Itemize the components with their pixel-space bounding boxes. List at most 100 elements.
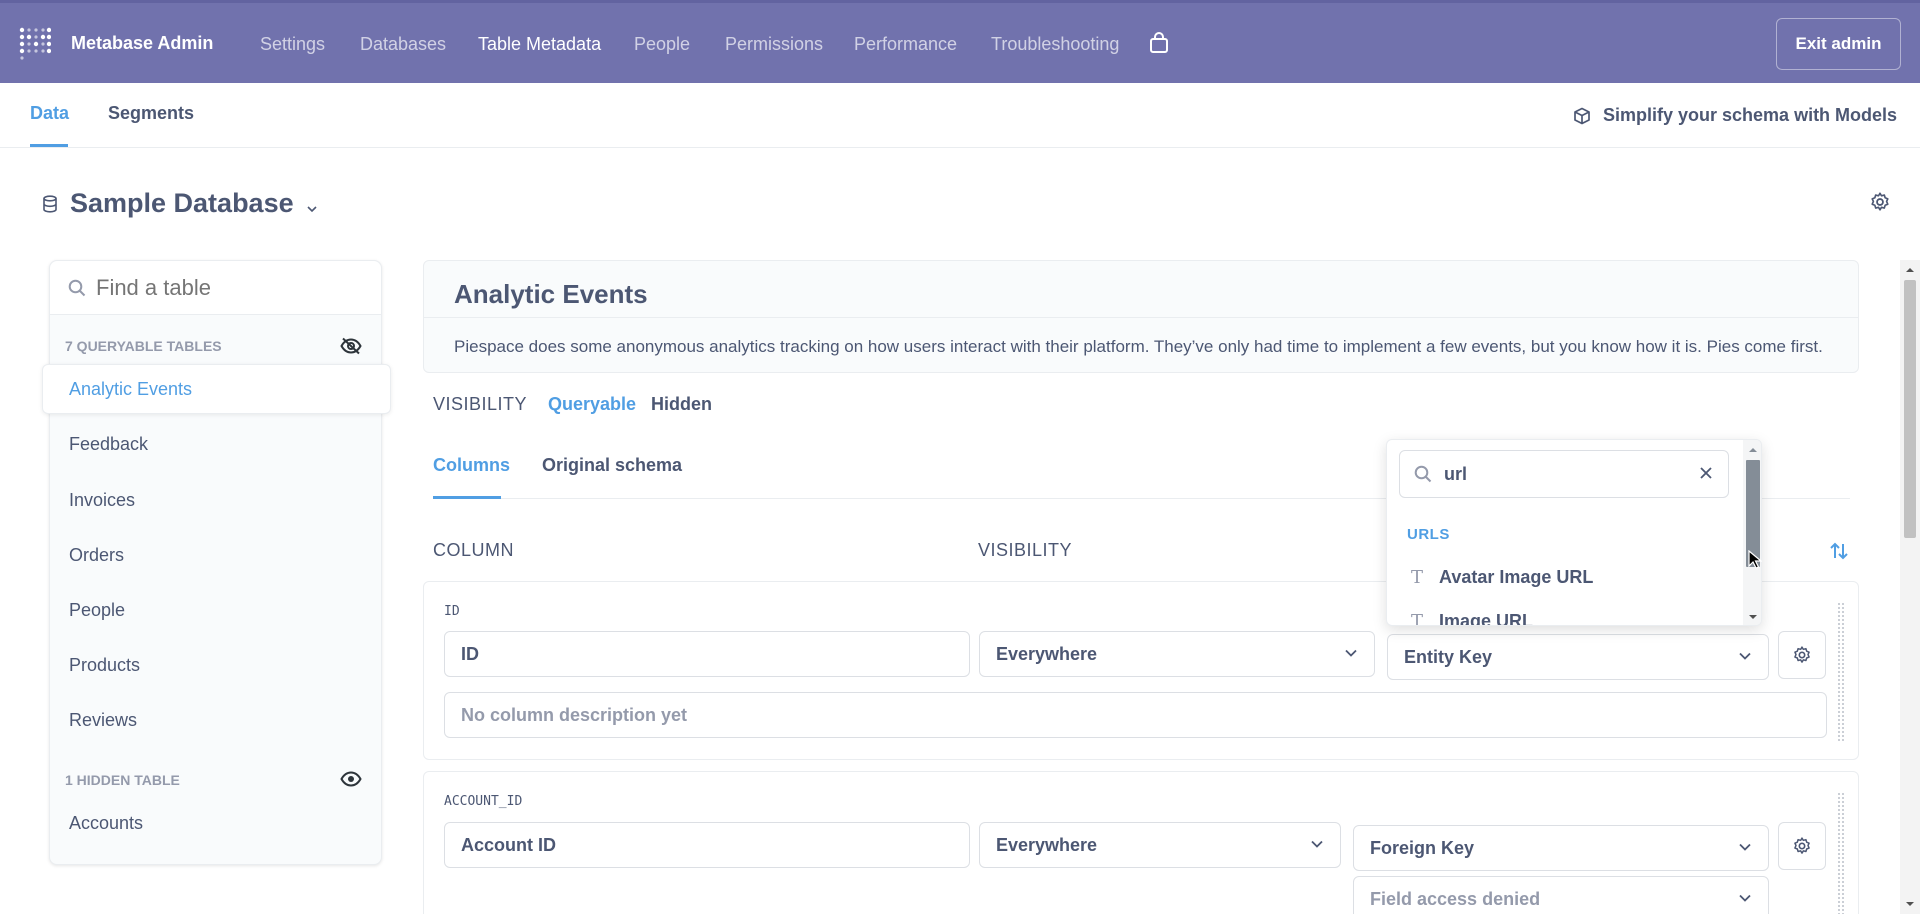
sidebar-item-label: Analytic Events xyxy=(69,379,193,399)
field-settings-button[interactable] xyxy=(1778,631,1826,679)
search-icon xyxy=(68,279,86,297)
field-settings-button[interactable] xyxy=(1778,822,1826,870)
close-icon[interactable] xyxy=(1698,465,1714,481)
field-visibility-value: Everywhere xyxy=(996,643,1098,664)
database-selector[interactable]: Sample Database xyxy=(42,188,318,219)
database-settings-gear-icon[interactable] xyxy=(1869,191,1891,213)
visibility-hidden-option[interactable]: Hidden xyxy=(651,394,712,415)
search-icon xyxy=(1414,465,1432,483)
sidebar-item-analytic-events[interactable]: Analytic Events xyxy=(42,364,391,414)
field-database-name: ID xyxy=(444,604,460,619)
table-search-input[interactable] xyxy=(96,275,366,301)
sidebar-item-feedback[interactable]: Feedback xyxy=(69,434,148,455)
field-visibility-select[interactable]: Everywhere xyxy=(979,631,1375,677)
field-drag-handle[interactable] xyxy=(1837,792,1845,914)
field-database-name: ACCOUNT_ID xyxy=(444,794,523,809)
sidebar-item-invoices[interactable]: Invoices xyxy=(69,490,135,511)
active-tab-underline xyxy=(30,144,68,147)
sidebar-item-accounts[interactable]: Accounts xyxy=(69,813,143,834)
popover-search-box[interactable]: url xyxy=(1399,450,1729,498)
popover-option-label: Avatar Image URL xyxy=(1439,567,1594,587)
chevron-down-icon xyxy=(1311,840,1323,848)
nav-performance[interactable]: Performance xyxy=(854,34,957,55)
popover-group-heading: URLS xyxy=(1407,526,1450,543)
field-semantic-type-value: Foreign Key xyxy=(1370,837,1475,858)
field-drag-handle[interactable] xyxy=(1837,602,1845,742)
nav-troubleshooting[interactable]: Troubleshooting xyxy=(991,34,1119,55)
hide-all-eye-off-icon[interactable] xyxy=(340,337,362,355)
field-description-input[interactable]: No column description yet xyxy=(444,692,1827,738)
popover-option-avatar-image-url[interactable]: T Avatar Image URL xyxy=(1411,567,1593,588)
sidebar-item-orders[interactable]: Orders xyxy=(69,545,124,566)
table-sidebar: 7 QUERYABLE TABLES Analytic Events Feedb… xyxy=(42,260,391,865)
semantic-type-popover: url URLS T Avatar Image URL T Image URL xyxy=(1386,439,1762,626)
popover-scrollbar[interactable] xyxy=(1743,440,1762,625)
exit-admin-button[interactable]: Exit admin xyxy=(1776,18,1901,70)
field-target-select[interactable]: Field access denied xyxy=(1353,876,1769,914)
table-search-box[interactable] xyxy=(50,261,381,315)
sort-order-icon[interactable] xyxy=(1829,541,1849,561)
database-name: Sample Database xyxy=(70,188,294,218)
unhide-all-eye-icon[interactable] xyxy=(340,771,362,787)
nav-people[interactable]: People xyxy=(634,34,690,55)
text-type-icon: T xyxy=(1411,611,1424,626)
scroll-up-arrow-icon[interactable] xyxy=(1900,263,1920,277)
chevron-down-icon xyxy=(307,205,317,212)
tab-data[interactable]: Data xyxy=(30,103,69,124)
hidden-tables-heading: 1 HIDDEN TABLE xyxy=(65,772,180,788)
scroll-down-arrow-icon[interactable] xyxy=(1743,610,1762,624)
scroll-down-arrow-icon[interactable] xyxy=(1900,897,1920,911)
column-header-visibility: VISIBILITY xyxy=(978,540,1073,560)
admin-topbar: Metabase Admin Settings Databases Table … xyxy=(0,0,1920,83)
nav-permissions[interactable]: Permissions xyxy=(725,34,823,55)
queryable-tables-heading: 7 QUERYABLE TABLES xyxy=(65,338,222,354)
text-type-icon: T xyxy=(1411,567,1424,588)
nav-settings[interactable]: Settings xyxy=(260,34,325,55)
tab-original-schema[interactable]: Original schema xyxy=(542,455,682,476)
simplify-schema-label: Simplify your schema with Models xyxy=(1603,105,1898,125)
metadata-subtabs: Data Segments Simplify your schema with … xyxy=(0,83,1920,148)
popover-option-label: Image URL xyxy=(1439,611,1534,626)
popover-option-image-url[interactable]: T Image URL xyxy=(1411,611,1534,626)
page-scrollbar-thumb[interactable] xyxy=(1904,280,1916,538)
field-semantic-type-select[interactable]: Foreign Key xyxy=(1353,825,1769,871)
simplify-schema-link[interactable]: Simplify your schema with Models xyxy=(1573,105,1897,126)
store-bag-icon[interactable] xyxy=(1149,32,1169,54)
metabase-logo-icon[interactable] xyxy=(19,26,51,60)
divider xyxy=(424,317,1858,318)
table-display-name[interactable]: Analytic Events xyxy=(454,279,648,310)
visibility-label: VISIBILITY xyxy=(433,394,528,414)
table-description[interactable]: Piespace does some anonymous analytics t… xyxy=(454,337,1823,357)
field-display-name-input[interactable]: ID xyxy=(444,631,970,677)
field-semantic-type-select[interactable]: Entity Key xyxy=(1387,634,1769,680)
database-icon xyxy=(43,194,57,213)
chevron-down-icon xyxy=(1739,894,1751,902)
field-display-name-input[interactable]: Account ID xyxy=(444,822,970,868)
gear-icon xyxy=(1794,837,1810,854)
field-target-value: Field access denied xyxy=(1370,888,1541,909)
chevron-down-icon xyxy=(1345,649,1357,657)
sidebar-item-products[interactable]: Products xyxy=(69,655,140,676)
scroll-up-arrow-icon[interactable] xyxy=(1743,443,1762,457)
chevron-down-icon xyxy=(1739,843,1751,851)
sidebar-item-reviews[interactable]: Reviews xyxy=(69,710,137,731)
gear-icon xyxy=(1794,646,1810,663)
table-info-card: Analytic Events Piespace does some anony… xyxy=(423,260,1859,373)
brand-title: Metabase Admin xyxy=(71,33,214,53)
popover-search-input[interactable]: url xyxy=(1444,464,1467,485)
sidebar-item-people[interactable]: People xyxy=(69,600,125,621)
nav-table-metadata[interactable]: Table Metadata xyxy=(478,34,601,55)
field-row-account-id: ACCOUNT_ID Account ID Everywhere Foreign… xyxy=(423,771,1859,914)
column-header-column: COLUMN xyxy=(433,540,515,560)
field-visibility-select[interactable]: Everywhere xyxy=(979,822,1341,868)
nav-databases[interactable]: Databases xyxy=(360,34,446,55)
tab-columns[interactable]: Columns xyxy=(433,455,510,476)
mouse-cursor-icon xyxy=(1748,550,1762,569)
active-tab-underline xyxy=(433,496,501,499)
model-cube-icon xyxy=(1574,107,1590,124)
tab-segments[interactable]: Segments xyxy=(108,103,194,124)
visibility-queryable-option[interactable]: Queryable xyxy=(548,394,636,415)
page-scrollbar[interactable] xyxy=(1900,260,1920,914)
field-visibility-value: Everywhere xyxy=(996,834,1098,855)
field-semantic-type-value: Entity Key xyxy=(1404,646,1493,667)
